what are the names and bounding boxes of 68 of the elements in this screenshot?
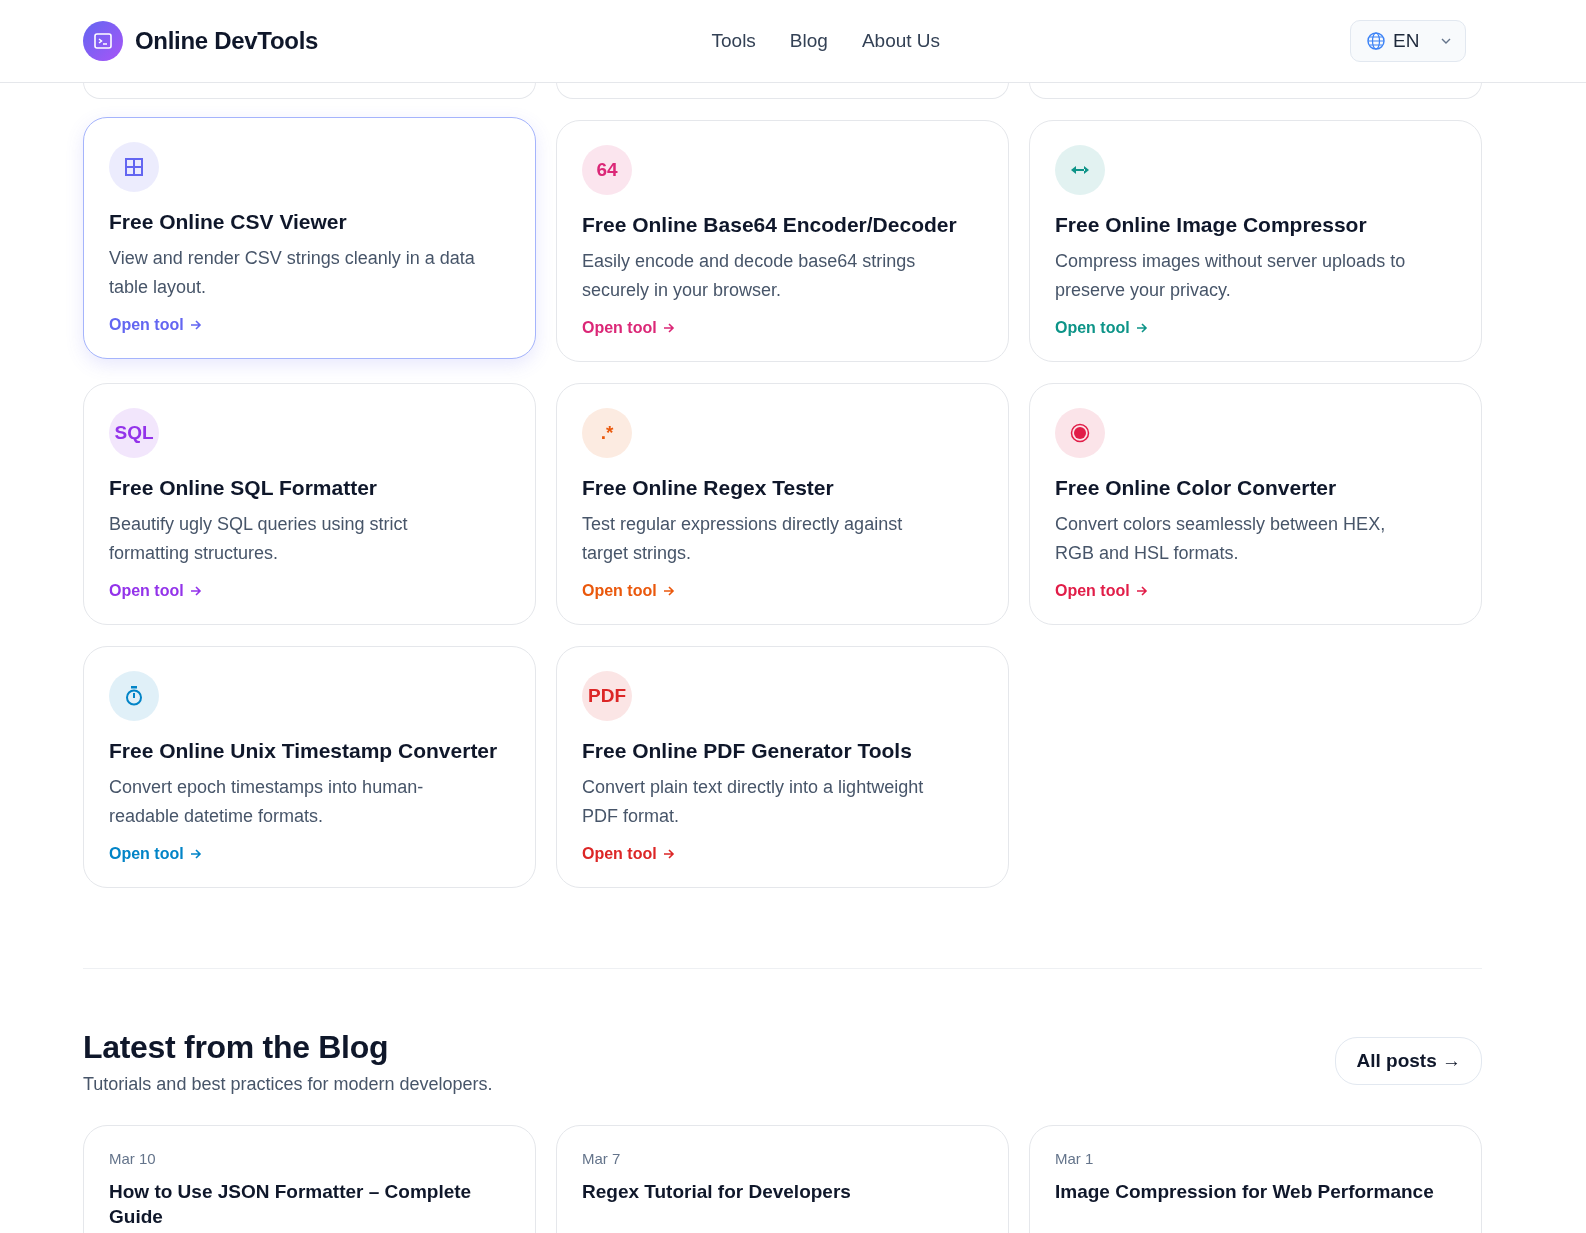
open-tool-link[interactable]: Open tool [109,316,202,334]
stopwatch-icon [125,686,143,706]
open-tool-link[interactable]: Open tool [1055,319,1148,337]
all-posts-button[interactable]: All posts → [1335,1037,1482,1085]
tool-description: Convert colors seamlessly between HEX, RGB and HSL formats. [1055,513,1387,565]
arrow-icon [189,585,202,597]
arrow-icon [189,848,202,860]
tool-description: Convert epoch timestamps into human-readable datetime formats. [109,776,425,828]
nav-link[interactable]: About Us [861,30,941,52]
open-tool-link[interactable]: Open tool [582,582,675,600]
tool-card[interactable]: PDF Free Online PDF Generator Tools Convert plain text directly into a lightweight PDF format. Open tool [556,646,1009,888]
tool-title: Free Online PDF Generator Tools [582,739,913,763]
post-date: Mar 10 [109,1150,157,1167]
open-tool-link[interactable]: Open tool [582,319,675,337]
arrows-icon [1071,165,1089,175]
tool-description: Easily encode and decode base64 strings securely in your browser. [582,250,917,302]
post-date: Mar 7 [582,1150,622,1167]
tool-description: Compress images without server uploads to preserve your privacy. [1055,250,1407,302]
tool-title: Free Online Regex Tester [582,476,835,500]
post-title: Image Compression for Web Performance [1055,1180,1435,1204]
open-tool-link[interactable]: Open tool [109,845,202,863]
tool-card[interactable]: SQL Free Online SQL Formatter Beautify ugly SQL queries using strict formatting structures. Open tool [83,383,536,625]
tool-title: Free Online Color Converter [1055,476,1338,500]
arrow-icon [662,585,675,597]
tool-card[interactable]: Free Online Unix Timestamp Converter Convert epoch timestamps into human-readable datetime formats. Open tool [83,646,536,888]
arrow-icon [1135,322,1148,334]
arrow-icon [662,322,675,334]
tool-card[interactable]: 64 Free Online Base64 Encoder/Decoder Easily encode and decode base64 strings securely in your browser. Open tool [556,120,1009,362]
icon-glyph: SQL [114,422,154,444]
post-title: How to Use JSON Formatter – Complete Guide [109,1180,473,1229]
open-tool-link[interactable]: Open tool [1055,582,1148,600]
tool-title: Free Online SQL Formatter [109,476,378,500]
nav-link[interactable]: Tools [711,30,756,52]
nav-link[interactable]: Blog [789,30,828,52]
language-select[interactable]: EN [1350,20,1466,62]
tool-card[interactable]: Free Online CSV Viewer View and render CSV strings cleanly in a data table layout. Open tool [83,117,536,359]
arrow-icon [189,319,202,331]
arrow-icon [1135,585,1148,597]
icon-glyph: 64 [596,159,618,181]
blog-post-card[interactable]: Mar 10 How to Use JSON Formatter – Complete Guide [83,1125,536,1233]
chevron-down-icon [1441,38,1451,44]
arrow-icon [662,848,675,860]
post-date: Mar 1 [1055,1150,1095,1167]
tool-title: Free Online Base64 Encoder/Decoder [582,213,958,237]
tool-description: View and render CSV strings cleanly in a data table layout. [109,247,476,299]
tool-description: Beautify ugly SQL queries using strict formatting structures. [109,513,409,565]
table-icon [125,158,143,176]
icon-glyph: PDF [588,685,626,707]
logo-icon [83,21,123,61]
blog-post-card[interactable]: Mar 1 Image Compression for Web Performance [1029,1125,1482,1233]
post-title: Regex Tutorial for Developers [582,1180,852,1204]
tool-title: Free Online CSV Viewer [109,210,348,234]
blog-post-card[interactable]: Mar 7 Regex Tutorial for Developers [556,1125,1009,1233]
tool-title: Free Online Image Compressor [1055,213,1368,237]
open-tool-link[interactable]: Open tool [109,582,202,600]
tool-description: Test regular expressions directly against target strings. [582,513,904,565]
record-icon [1070,423,1090,443]
globe-icon [1367,32,1385,50]
section-subtitle: Tutorials and best practices for modern developers. [83,1074,493,1095]
tool-description: Convert plain text directly into a lightweight PDF format. [582,776,925,828]
section-title: Latest from the Blog [83,1029,390,1066]
open-tool-link[interactable]: Open tool [582,845,675,863]
site-title[interactable]: Online DevTools [135,27,319,55]
icon-glyph: .* [600,422,614,444]
tool-card[interactable]: Free Online Color Converter Convert colors seamlessly between HEX, RGB and HSL formats. Open tool [1029,383,1482,625]
tool-title: Free Online Unix Timestamp Converter [109,739,499,763]
tool-card[interactable]: Free Online Image Compressor Compress images without server uploads to preserve your privacy. Open tool [1029,120,1482,362]
tool-card[interactable]: .* Free Online Regex Tester Test regular expressions directly against target strings. Open tool [556,383,1009,625]
